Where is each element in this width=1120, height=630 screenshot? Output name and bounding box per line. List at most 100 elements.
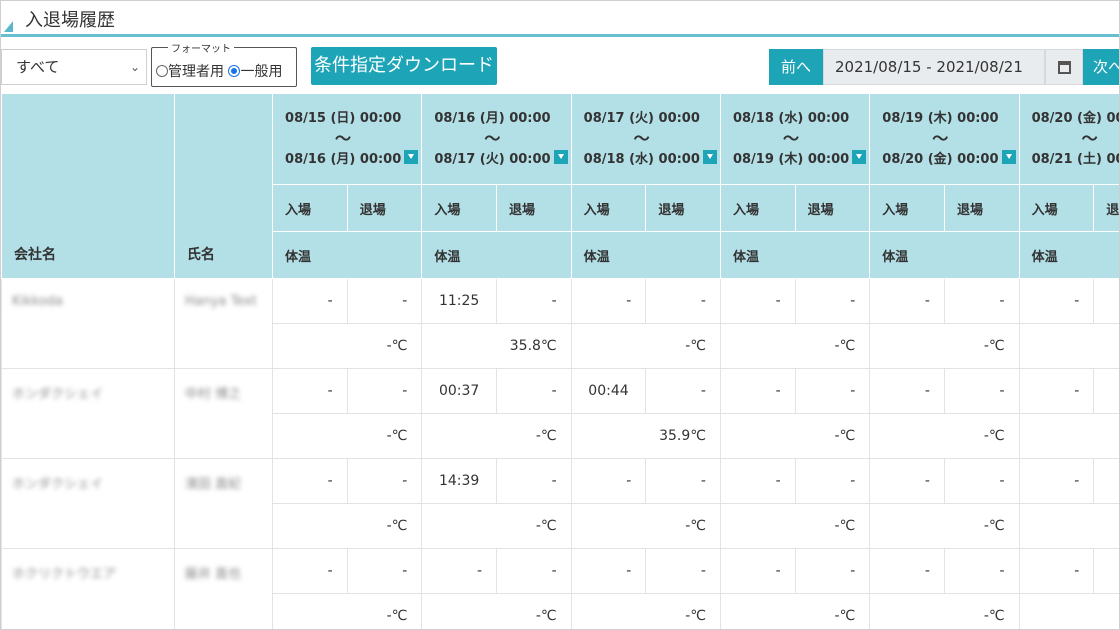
next-week-button[interactable]: 次へ bbox=[1083, 49, 1119, 85]
download-icon[interactable] bbox=[404, 150, 419, 164]
exit-time-cell: - bbox=[645, 458, 721, 504]
entry-time-cell: - bbox=[719, 458, 796, 504]
day-to: 08/19 (木) 00:00 bbox=[732, 152, 850, 167]
exit-time-cell: - bbox=[496, 458, 572, 504]
temperature-cell: -℃ bbox=[421, 593, 572, 629]
day-from: 08/16 (月) 00:00 bbox=[434, 111, 551, 126]
exit-time-cell: - bbox=[346, 548, 423, 594]
title-bar: 入退場履歴 bbox=[1, 1, 1119, 37]
calendar-button[interactable] bbox=[1045, 49, 1083, 85]
temperature-cell: -℃ bbox=[570, 323, 721, 369]
format-admin-label[interactable]: 管理者用 bbox=[168, 64, 224, 80]
entry-time-cell: - bbox=[869, 368, 945, 414]
day-header: 08/20 (金) 00:00 ～ 08/21 (土) 00:00 bbox=[1018, 93, 1119, 185]
header-exit: 退場 bbox=[943, 184, 1020, 232]
tilde: ～ bbox=[782, 129, 799, 148]
exit-time-cell: - bbox=[496, 278, 572, 324]
entry-time-cell: 11:25 bbox=[421, 278, 497, 324]
format-general-label[interactable]: 一般用 bbox=[240, 64, 282, 80]
entry-time-cell: - bbox=[421, 548, 497, 594]
download-icon[interactable] bbox=[852, 150, 867, 164]
temperature-cell: -℃ bbox=[719, 593, 871, 629]
temperature-cell: -℃ bbox=[869, 323, 1020, 369]
header-temp: 体温 bbox=[272, 231, 423, 279]
exit-time-cell: - bbox=[346, 278, 423, 324]
company-name: ホクリクトウエア bbox=[12, 567, 117, 582]
day-from: 08/19 (木) 00:00 bbox=[882, 111, 999, 126]
day-to: 08/16 (月) 00:00 bbox=[285, 152, 402, 167]
conditional-download-button[interactable]: 条件指定ダウンロード bbox=[311, 47, 497, 85]
entry-time-cell: - bbox=[719, 548, 796, 594]
entry-time-cell: - bbox=[719, 278, 796, 324]
entry-time-cell: - bbox=[570, 458, 647, 504]
temperature-cell: -℃ bbox=[272, 413, 423, 459]
attendance-rows: KikkodaHanya Text--11:25----------℃35.8℃… bbox=[1, 278, 1119, 629]
exit-time-cell: - bbox=[496, 548, 572, 594]
temperature-cell: - bbox=[1018, 503, 1119, 549]
download-icon[interactable] bbox=[553, 150, 568, 164]
company-name: ホンダクシェイ bbox=[12, 387, 104, 402]
download-icon[interactable] bbox=[702, 150, 717, 164]
exit-time-cell: - bbox=[1093, 278, 1119, 324]
download-icon[interactable] bbox=[1001, 150, 1016, 164]
company-name: Kikkoda bbox=[12, 294, 63, 309]
header-person: 氏名 bbox=[173, 93, 274, 279]
temperature-cell: -℃ bbox=[719, 413, 871, 459]
tilde: ～ bbox=[484, 129, 501, 148]
tilde: ～ bbox=[633, 129, 650, 148]
format-admin-radio[interactable] bbox=[156, 65, 168, 77]
person-name: 中村 博之 bbox=[184, 387, 241, 402]
entry-time-cell: - bbox=[869, 548, 945, 594]
entry-time-cell: - bbox=[272, 458, 348, 504]
header-entry: 入場 bbox=[869, 184, 945, 232]
header-temp: 体温 bbox=[719, 231, 871, 279]
table-row: ホンダクシェイ中村 博之--00:37-00:44------- bbox=[1, 368, 1119, 459]
header-temp: 体温 bbox=[1018, 231, 1119, 279]
exit-time-cell: - bbox=[943, 368, 1020, 414]
exit-time-cell: - bbox=[496, 368, 572, 414]
attendance-table: 会社名 氏名 08/15 (日) 00:00 ～ 08/16 (月) 00:00 0… bbox=[1, 93, 1119, 629]
exit-time-cell: - bbox=[794, 368, 871, 414]
temperature-cell: -℃ bbox=[719, 503, 871, 549]
entry-time-cell: 00:37 bbox=[421, 368, 497, 414]
company-cell: ホンダクシェイ bbox=[1, 458, 175, 549]
company-filter-value: すべて bbox=[16, 58, 60, 76]
header-temp: 体温 bbox=[869, 231, 1020, 279]
temperature-cell: - bbox=[1018, 593, 1119, 629]
day-to: 08/17 (火) 00:00 bbox=[434, 152, 551, 167]
temperature-cell: -℃ bbox=[869, 503, 1020, 549]
company-cell: ホンダクシェイ bbox=[1, 368, 175, 459]
prev-week-button[interactable]: 前へ bbox=[769, 49, 823, 85]
header-exit: 退場 bbox=[346, 184, 423, 232]
exit-time-cell: - bbox=[1093, 548, 1119, 594]
table-row: ホクリクトウエア藤井 直也------------ bbox=[1, 548, 1119, 629]
exit-time-cell: - bbox=[645, 368, 721, 414]
tilde: ～ bbox=[335, 129, 352, 148]
exit-time-cell: - bbox=[1093, 368, 1119, 414]
temperature-cell: -℃ bbox=[719, 323, 871, 369]
header-exit: 退場 bbox=[645, 184, 721, 232]
tilde: ～ bbox=[1081, 129, 1098, 148]
table-row: ホンダクシェイ濱田 直紀--14:39--------- bbox=[1, 458, 1119, 549]
person-cell: Hanya Text bbox=[173, 278, 274, 369]
exit-time-cell: - bbox=[943, 548, 1020, 594]
company-filter-select[interactable]: すべて ⌄ bbox=[1, 49, 147, 85]
person-cell: 藤井 直也 bbox=[173, 548, 274, 629]
date-range-input[interactable]: 2021/08/15 - 2021/08/21 bbox=[823, 49, 1045, 85]
person-name: Hanya Text bbox=[184, 294, 257, 309]
temperature-cell: -℃ bbox=[272, 503, 423, 549]
format-general-radio[interactable] bbox=[228, 65, 241, 77]
entry-time-cell: - bbox=[1018, 458, 1095, 504]
exit-time-cell: - bbox=[943, 278, 1020, 324]
day-from: 08/15 (日) 00:00 bbox=[285, 111, 402, 126]
temperature-cell: -℃ bbox=[570, 503, 721, 549]
format-legend: フォーマット bbox=[168, 40, 234, 55]
entry-time-cell: - bbox=[272, 548, 348, 594]
temperature-cell: 35.9℃ bbox=[570, 413, 721, 459]
entry-time-cell: - bbox=[869, 278, 945, 324]
tilde: ～ bbox=[932, 129, 949, 148]
temperature-cell: -℃ bbox=[869, 593, 1020, 629]
company-cell: ホクリクトウエア bbox=[1, 548, 175, 629]
exit-time-cell: - bbox=[794, 278, 871, 324]
corner-triangle-icon bbox=[4, 21, 13, 32]
